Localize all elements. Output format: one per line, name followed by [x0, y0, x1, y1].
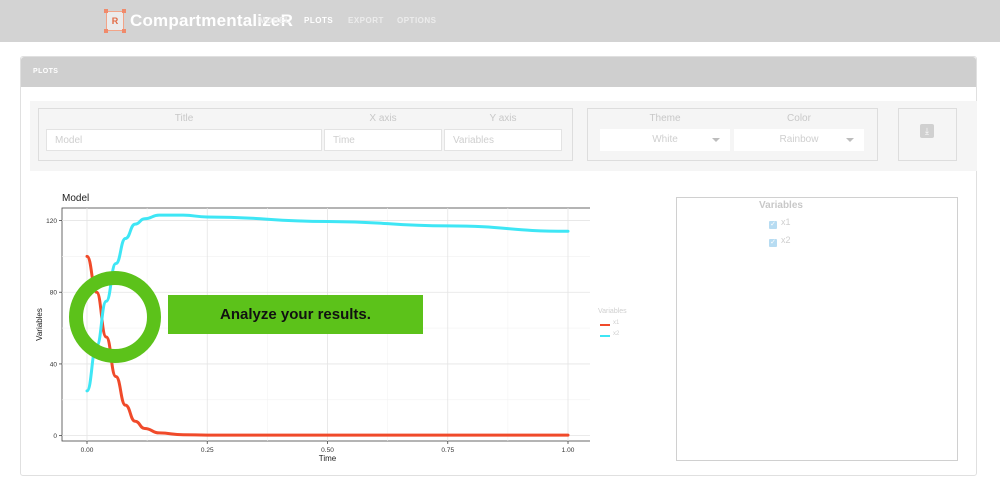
x-axis-label: Time — [319, 454, 337, 463]
chart-title: Model — [62, 193, 90, 204]
tutorial-callout: Analyze your results. — [168, 295, 423, 334]
logo-corner — [104, 9, 108, 13]
panel-title: PLOTS — [33, 68, 59, 75]
variable-checkbox-x1[interactable]: ✓ x1 — [769, 217, 791, 229]
nav-export[interactable]: EXPORT — [348, 16, 384, 25]
legend-label-x1: x1 — [613, 320, 620, 326]
nav-options[interactable]: OPTIONS — [397, 16, 437, 25]
theme-select[interactable]: White — [600, 129, 730, 151]
panel-header: PLOTS — [21, 57, 976, 87]
xaxis-input[interactable]: Time — [324, 129, 442, 151]
nav-model[interactable]: MODEL — [259, 16, 290, 25]
y-tick-label: 40 — [50, 361, 58, 368]
title-label: Title — [174, 113, 194, 124]
x-tick-label: 0.00 — [81, 447, 94, 454]
download-icon[interactable]: ⤓ — [920, 124, 934, 138]
y-axis-label: Variables — [35, 308, 44, 341]
x-tick-label: 0.75 — [441, 447, 454, 454]
chevron-down-icon — [846, 138, 854, 142]
logo-letter: R — [111, 16, 119, 26]
legend-key-x2 — [600, 335, 610, 337]
theme-value: White — [652, 134, 678, 145]
x-tick-label: 0.25 — [201, 447, 214, 454]
variables-title: Variables — [759, 200, 803, 211]
top-navbar: R CompartmentalizeR MODEL PLOTS EXPORT O… — [0, 0, 1000, 42]
x-tick-label: 0.50 — [321, 447, 334, 454]
logo-corner — [104, 29, 108, 33]
title-input[interactable]: Model — [46, 129, 322, 151]
variables-panel: Variables ✓ x1 ✓ x2 — [676, 197, 958, 461]
check-icon: ✓ — [769, 239, 777, 247]
variable-checkbox-x2[interactable]: ✓ x2 — [769, 235, 791, 247]
highlight-ring — [69, 271, 161, 363]
color-select[interactable]: Rainbow — [734, 129, 864, 151]
xaxis-label: X axis — [369, 113, 397, 124]
variable-label: x2 — [781, 235, 791, 245]
chevron-down-icon — [712, 138, 720, 142]
legend-key-x1 — [600, 324, 610, 326]
color-value: Rainbow — [779, 134, 819, 145]
logo-corner — [122, 29, 126, 33]
color-label: Color — [787, 113, 811, 124]
yaxis-input[interactable]: Variables — [444, 129, 562, 151]
legend-label-x2: x2 — [613, 331, 620, 337]
logo-corner — [122, 9, 126, 13]
legend-title: Variables — [598, 308, 627, 315]
theme-label: Theme — [649, 113, 681, 124]
app-logo[interactable]: R — [104, 9, 126, 33]
y-tick-label: 120 — [46, 218, 57, 225]
check-icon: ✓ — [769, 221, 777, 229]
y-tick-label: 80 — [50, 290, 58, 297]
x-tick-label: 1.00 — [562, 447, 575, 454]
nav-plots[interactable]: PLOTS — [304, 16, 333, 25]
y-tick-label: 0 — [53, 433, 57, 440]
yaxis-label: Y axis — [489, 113, 517, 124]
variable-label: x1 — [781, 217, 791, 227]
